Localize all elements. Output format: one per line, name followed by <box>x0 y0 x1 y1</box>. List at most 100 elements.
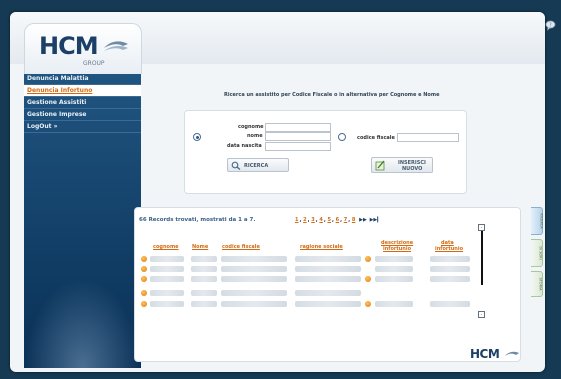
page-link-8[interactable]: 8 <box>352 217 355 223</box>
col-header-descrizione-infortunio[interactable]: infortunio <box>383 247 411 252</box>
page-link-5[interactable]: 5 <box>328 217 331 223</box>
page-link-6[interactable]: 6 <box>336 217 339 223</box>
scroll-down-button[interactable]: - <box>478 311 485 318</box>
app-logo: HCM GROUP <box>24 23 142 74</box>
data-nascita-label: data nascita <box>227 143 262 149</box>
logo-text: HCM <box>39 32 99 60</box>
table-cell <box>430 276 470 282</box>
table-cell <box>295 290 361 296</box>
row-action-icon[interactable] <box>365 256 371 262</box>
search-panel: cognome nome data nascita codice fiscale… <box>184 110 467 194</box>
codice-fiscale-input[interactable] <box>397 133 459 142</box>
ricerca-button-label: RICERCA <box>244 163 269 169</box>
search-heading: Ricerca un assistito per Codice Fiscale … <box>224 92 440 98</box>
table-cell <box>191 276 217 282</box>
nome-label: nome <box>247 133 263 139</box>
table-cell <box>150 266 184 272</box>
tab-ricerca[interactable]: RICERCA <box>531 207 544 235</box>
table-cell <box>191 290 217 296</box>
table-cell <box>221 256 287 262</box>
table-cell <box>375 266 413 272</box>
search-icon <box>231 161 241 170</box>
page-link-4[interactable]: 4 <box>319 217 322 223</box>
sidebar-item-gestione-assistiti[interactable]: Gestione Assistiti <box>24 97 141 109</box>
codice-fiscale-label: codice fiscale <box>357 135 395 141</box>
tab-storia[interactable]: STORIA <box>531 271 543 297</box>
pagination: 1, 2, 3, 4, 5, 6, 7, 8 ▶▶ ▶▶▎ <box>295 217 382 223</box>
row-action-icon[interactable] <box>365 276 371 282</box>
last-page-icon[interactable]: ▶▶▎ <box>370 217 382 223</box>
table-cell <box>191 266 217 272</box>
cognome-label: cognome <box>238 124 264 130</box>
sidebar-item-denuncia-infortunio[interactable]: Denuncia Infortuno <box>24 85 141 97</box>
col-header-codice-fiscale[interactable]: codice fiscale <box>222 245 260 250</box>
table-cell <box>150 290 184 296</box>
row-action-icon[interactable] <box>141 256 147 262</box>
records-summary: 66 Records trovati, mostrati da 1 a 7. <box>139 217 256 223</box>
logo-swoosh-icon <box>104 41 128 51</box>
new-record-icon <box>375 160 385 171</box>
table-cell <box>150 301 184 307</box>
table-cell <box>375 301 413 307</box>
table-cell <box>191 301 217 307</box>
page-link-7[interactable]: 7 <box>344 217 347 223</box>
svg-text:?: ? <box>549 22 552 28</box>
row-action-icon[interactable] <box>141 290 147 296</box>
table-cell <box>295 256 361 262</box>
page-link-2[interactable]: 2 <box>303 217 306 223</box>
table-cell <box>295 301 361 307</box>
sidebar-item-denuncia-malattia[interactable]: Denuncia Malattia <box>24 73 141 85</box>
table-cell <box>150 256 184 262</box>
table-cell <box>295 266 361 272</box>
scroll-up-button[interactable]: - <box>478 224 485 231</box>
col-header-data-infortunio[interactable]: infortunio <box>435 247 463 252</box>
logo-group-text: GROUP <box>83 60 105 67</box>
table-cell <box>295 276 361 282</box>
table-cell <box>375 276 413 282</box>
table-cell <box>430 266 470 272</box>
nome-input[interactable] <box>265 132 331 141</box>
table-cell <box>221 301 287 307</box>
radio-name-search[interactable] <box>193 133 201 141</box>
row-action-icon[interactable] <box>141 276 147 282</box>
table-cell <box>191 256 217 262</box>
col-header-cognome[interactable]: cognome <box>153 245 179 250</box>
table-cell <box>150 276 184 282</box>
ricerca-button[interactable]: RICERCA <box>227 158 289 172</box>
sidebar-item-logout[interactable]: LogOut » <box>24 121 141 133</box>
cognome-input[interactable] <box>265 123 331 132</box>
table-cell <box>375 256 413 262</box>
nuovo-label: NUOVO <box>402 166 423 172</box>
table-cell <box>221 266 287 272</box>
row-action-icon[interactable] <box>141 301 147 307</box>
table-cell <box>430 301 470 307</box>
main-content: Ricerca un assistito per Codice Fiscale … <box>130 74 525 362</box>
tab-ricerca-label: RICERCA <box>539 213 544 229</box>
row-action-icon[interactable] <box>365 301 371 307</box>
table-cell <box>430 256 470 262</box>
next-page-icon[interactable]: ▶▶ <box>359 217 367 223</box>
tab-dettagli-label: DI SORI <box>538 246 543 260</box>
footer-logo-swoosh-icon <box>505 351 519 356</box>
table-cell <box>221 290 287 296</box>
results-scrollbar[interactable] <box>481 231 483 285</box>
table-cell <box>221 276 287 282</box>
page-link-3[interactable]: 3 <box>311 217 314 223</box>
side-tab-strip: RICERCA DI SORI STORIA <box>531 207 544 301</box>
inserisci-nuovo-button[interactable]: INSERISCI NUOVO <box>371 157 433 173</box>
data-nascita-input[interactable] <box>265 142 331 151</box>
row-action-icon[interactable] <box>141 266 147 272</box>
page-link-1[interactable]: 1 <box>295 217 298 223</box>
results-panel: 66 Records trovati, mostrati da 1 a 7. 1… <box>134 207 521 362</box>
tab-dettagli[interactable]: DI SORI <box>531 239 543 267</box>
footer-logo: HCM <box>470 347 500 361</box>
help-icon[interactable]: ? <box>545 20 556 31</box>
col-header-nome[interactable]: Nome <box>192 245 208 250</box>
col-header-ragione-sociale[interactable]: ragione sociale <box>300 245 343 250</box>
sidebar-item-gestione-imprese[interactable]: Gestione Imprese <box>24 109 141 121</box>
tab-storia-label: STORIA <box>538 277 543 291</box>
radio-codice-fiscale-search[interactable] <box>338 133 346 141</box>
sidebar-nav: Denuncia Malattia Denuncia Infortuno Ges… <box>24 73 141 368</box>
sidebar-decoration <box>24 278 141 368</box>
app-window: HCM GROUP Denuncia Malattia Denuncia Inf… <box>10 12 545 372</box>
